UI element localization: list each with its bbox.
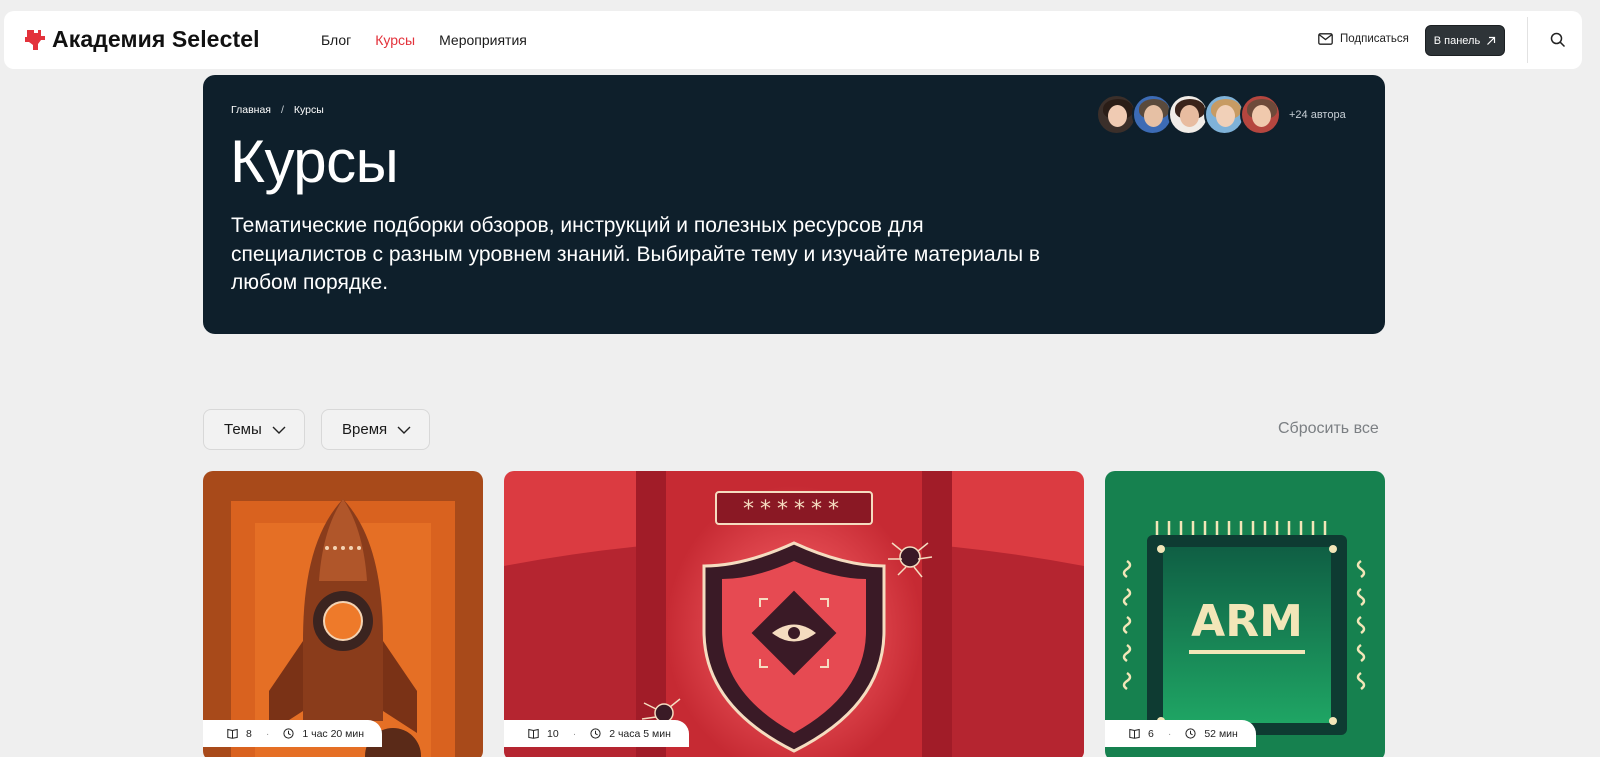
course-card[interactable]: ARM 6 · 52 мин xyxy=(1105,471,1385,757)
nav-blog[interactable]: Блог xyxy=(321,32,351,48)
subscribe-label: Подписаться xyxy=(1340,33,1409,45)
breadcrumb-current: Курсы xyxy=(293,104,324,116)
avatar xyxy=(1240,94,1281,135)
course-card[interactable]: ****** 10 · 2 часа 5 мин xyxy=(504,471,1084,757)
duration: 52 мин xyxy=(1204,727,1238,740)
clock-icon xyxy=(283,728,294,739)
arrow-up-right-icon xyxy=(1487,36,1496,45)
topics-filter[interactable]: Темы xyxy=(203,409,305,450)
time-filter-label: Время xyxy=(342,421,388,438)
logo-text: Академия Selectel xyxy=(52,26,260,52)
panel-button[interactable]: В панель xyxy=(1425,25,1505,56)
avatar xyxy=(1168,94,1209,135)
topics-filter-label: Темы xyxy=(224,421,262,438)
avatar xyxy=(1096,94,1137,135)
chip-label: ARM xyxy=(1191,596,1303,647)
book-icon xyxy=(1129,728,1140,739)
search-icon[interactable] xyxy=(1550,32,1566,48)
nav-events[interactable]: Мероприятия xyxy=(439,32,527,48)
clock-icon xyxy=(590,728,601,739)
header-divider xyxy=(1527,17,1528,63)
articles-count: 6 xyxy=(1148,727,1154,740)
meta-separator: · xyxy=(572,727,577,740)
duration: 1 час 20 мин xyxy=(302,727,365,740)
card-meta: 10 · 2 часа 5 мин xyxy=(504,720,689,747)
mail-icon xyxy=(1318,33,1333,45)
logo-icon xyxy=(25,29,45,50)
card-meta: 6 · 52 мин xyxy=(1105,720,1256,747)
articles-count: 10 xyxy=(547,727,559,740)
subscribe-button[interactable]: Подписаться xyxy=(1318,33,1409,45)
password-mask: ****** xyxy=(743,497,845,522)
page-description: Тематические подборки обзоров, инструкци… xyxy=(231,214,1041,294)
authors-count: +24 автора xyxy=(1289,109,1346,121)
articles-count: 8 xyxy=(246,727,252,740)
avatar xyxy=(1204,94,1245,135)
book-icon xyxy=(227,728,238,739)
arm-chip-illustration: ARM xyxy=(1105,471,1385,757)
nav-courses[interactable]: Курсы xyxy=(375,32,415,48)
page-title: Курсы xyxy=(230,128,399,195)
clock-icon xyxy=(1185,728,1196,739)
card-meta: 8 · 1 час 20 мин xyxy=(203,720,383,747)
course-card[interactable]: 8 · 1 час 20 мин xyxy=(203,471,483,757)
time-filter[interactable]: Время xyxy=(321,409,431,450)
avatar xyxy=(1132,94,1173,135)
book-icon xyxy=(528,728,539,739)
reset-filters-link[interactable]: Сбросить все xyxy=(1278,420,1379,438)
meta-separator: · xyxy=(1167,727,1172,740)
duration: 2 часа 5 мин xyxy=(609,727,671,740)
breadcrumb-separator: / xyxy=(280,104,284,116)
hero-banner: Главная / Курсы Курсы Тематические подбо… xyxy=(203,75,1385,334)
rocket-illustration xyxy=(203,471,483,757)
logo[interactable]: Академия Selectel xyxy=(24,26,260,53)
meta-separator: · xyxy=(265,727,270,740)
author-avatars[interactable] xyxy=(1096,94,1281,135)
chevron-down-icon xyxy=(272,426,286,434)
site-header: Академия Selectel Блог Курсы Мероприятия… xyxy=(4,11,1582,69)
panel-label: В панель xyxy=(1433,34,1481,47)
security-shield-illustration: ****** xyxy=(504,471,1084,757)
breadcrumb-home[interactable]: Главная xyxy=(231,104,271,116)
main-nav: Блог Курсы Мероприятия xyxy=(321,32,527,48)
breadcrumb: Главная / Курсы xyxy=(231,104,324,116)
chevron-down-icon xyxy=(397,426,411,434)
